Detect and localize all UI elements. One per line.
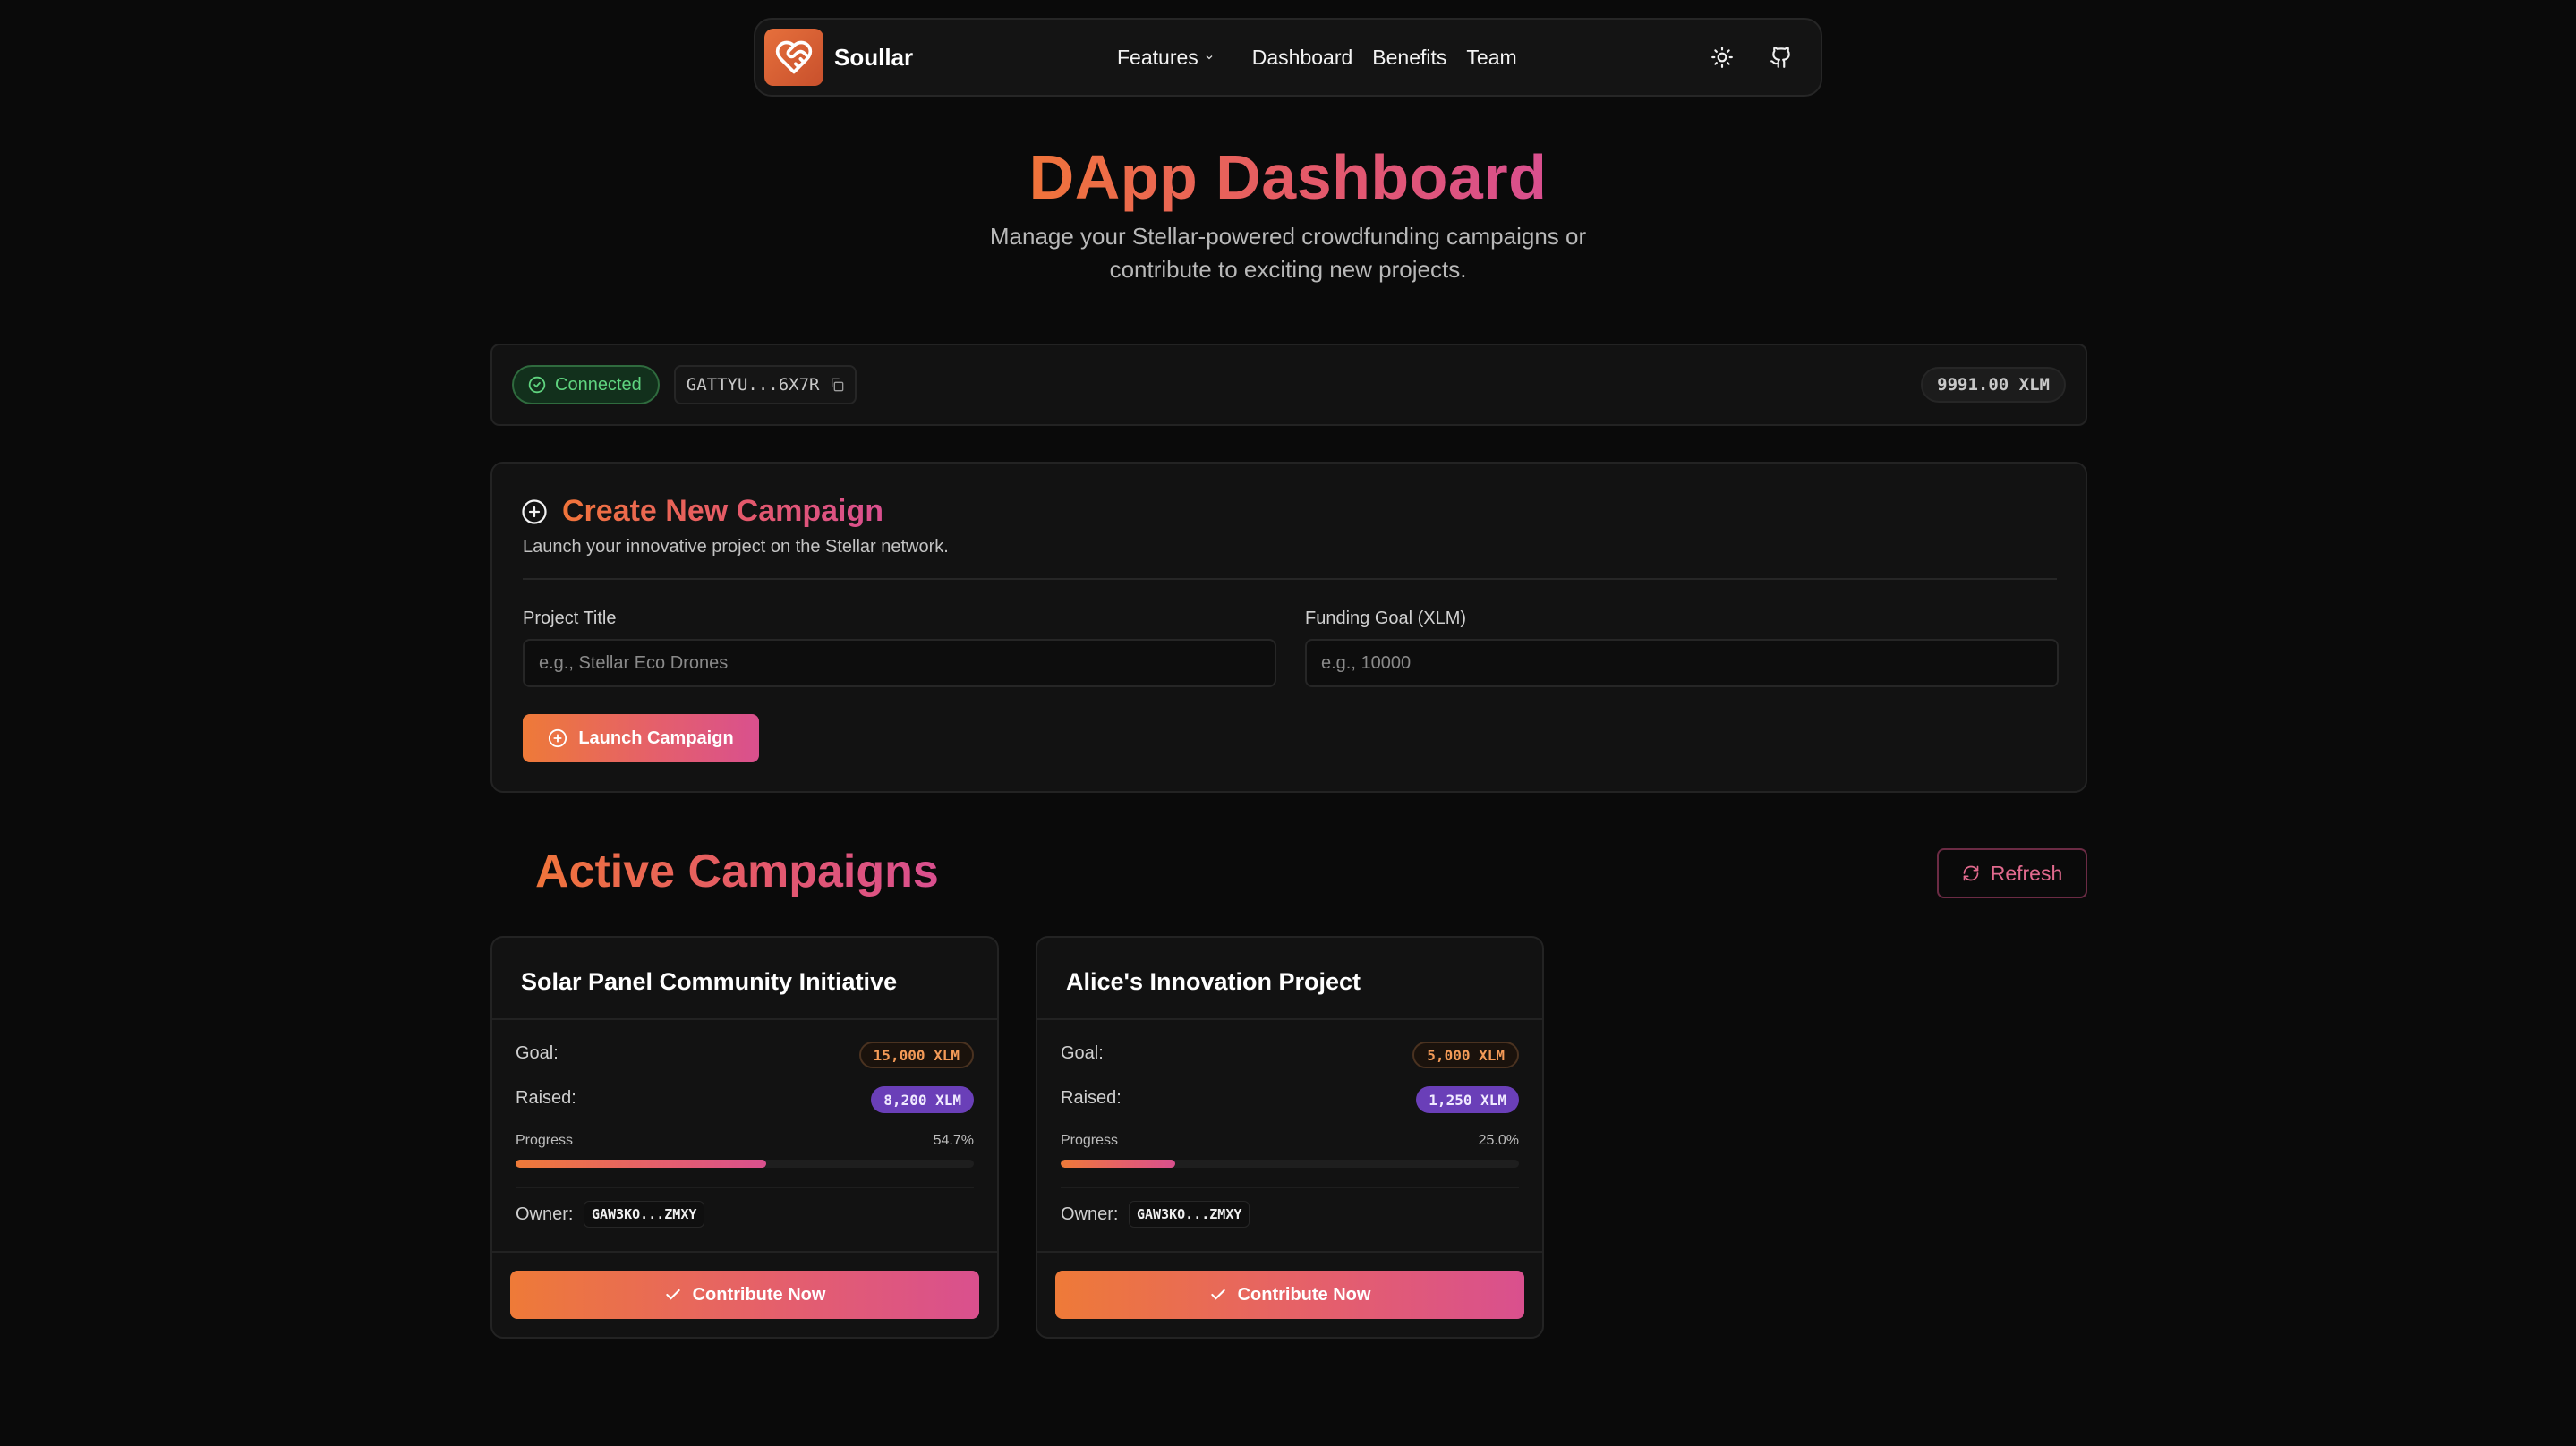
nav-link-dashboard[interactable]: Dashboard xyxy=(1252,46,1353,70)
active-campaigns-title: Active Campaigns xyxy=(535,846,939,897)
wallet-address[interactable]: GATTYU...6X7R xyxy=(673,365,857,404)
wallet-bar: Connected GATTYU...6X7R 9991.00 XLM xyxy=(490,344,2087,426)
divider xyxy=(1061,1187,1519,1188)
raised-badge: 8,200 XLM xyxy=(871,1086,974,1113)
heart-logo-icon[interactable] xyxy=(764,29,823,86)
owner-label: Owner: xyxy=(1061,1204,1119,1224)
create-campaign-card: Create New Campaign Launch your innovati… xyxy=(490,462,2087,793)
sun-icon[interactable] xyxy=(1708,43,1736,72)
progress-fill xyxy=(516,1160,767,1168)
campaign-card: Solar Panel Community Initiative Goal: 1… xyxy=(490,936,999,1339)
connected-badge: Connected xyxy=(512,365,660,404)
refresh-label: Refresh xyxy=(1990,861,2063,885)
check-circle-icon xyxy=(528,376,546,394)
goal-label: Goal: xyxy=(516,1043,559,1063)
copy-icon[interactable] xyxy=(830,378,844,392)
funding-goal-label: Funding Goal (XLM) xyxy=(1305,608,1467,628)
owner-label: Owner: xyxy=(516,1204,574,1224)
refresh-icon xyxy=(1963,865,1979,881)
contribute-button[interactable]: Contribute Now xyxy=(1055,1271,1524,1319)
divider xyxy=(1037,1018,1542,1020)
launch-campaign-button[interactable]: Launch Campaign xyxy=(523,714,759,762)
contribute-label: Contribute Now xyxy=(692,1284,826,1305)
campaign-title: Alice's Innovation Project xyxy=(1066,968,1361,995)
project-title-label: Project Title xyxy=(523,608,617,628)
campaign-card: Alice's Innovation Project Goal: 5,000 X… xyxy=(1036,936,1544,1339)
create-campaign-header: Create New Campaign xyxy=(521,494,883,529)
create-campaign-subtitle: Launch your innovative project on the St… xyxy=(523,537,949,557)
raised-badge: 1,250 XLM xyxy=(1416,1086,1519,1113)
owner-address: GAW3KO...ZMXY xyxy=(584,1201,705,1228)
check-icon xyxy=(1210,1289,1225,1300)
progress-percent: 25.0% xyxy=(1478,1133,1519,1148)
wallet-address-text: GATTYU...6X7R xyxy=(686,375,820,395)
refresh-button[interactable]: Refresh xyxy=(1937,848,2087,898)
funding-goal-input[interactable] xyxy=(1305,639,2059,687)
divider xyxy=(516,1187,974,1188)
progress-label: Progress xyxy=(516,1133,574,1148)
page-subtitle: Manage your Stellar-powered crowdfunding… xyxy=(989,223,1587,283)
progress-bar xyxy=(1061,1160,1519,1168)
progress-fill xyxy=(1061,1160,1175,1168)
goal-badge: 15,000 XLM xyxy=(858,1042,974,1068)
owner-address: GAW3KO...ZMXY xyxy=(1129,1201,1250,1228)
goal-badge: 5,000 XLM xyxy=(1412,1042,1519,1068)
nav-link-benefits[interactable]: Benefits xyxy=(1372,46,1446,70)
check-icon xyxy=(665,1289,680,1300)
plus-circle-icon xyxy=(549,728,567,748)
nav-links: Features Dashboard Benefits Team xyxy=(1117,20,1517,95)
page-title: DApp Dashboard xyxy=(1028,142,1548,212)
progress-bar xyxy=(516,1160,974,1168)
top-navbar: Soullar Features Dashboard Benefits Team xyxy=(754,18,1822,97)
contribute-button[interactable]: Contribute Now xyxy=(510,1271,979,1319)
divider xyxy=(492,1251,997,1253)
project-title-input[interactable] xyxy=(523,639,1276,687)
launch-campaign-label: Launch Campaign xyxy=(578,727,734,748)
contribute-label: Contribute Now xyxy=(1237,1284,1371,1305)
connected-label: Connected xyxy=(555,374,642,395)
progress-percent: 54.7% xyxy=(933,1133,974,1148)
divider xyxy=(492,1018,997,1020)
goal-label: Goal: xyxy=(1061,1043,1104,1063)
campaign-title: Solar Panel Community Initiative xyxy=(521,968,898,995)
wallet-balance: 9991.00 XLM xyxy=(1921,367,2066,403)
nav-link-team[interactable]: Team xyxy=(1466,46,1516,70)
plus-circle-icon xyxy=(522,498,547,524)
divider xyxy=(523,578,2057,580)
nav-link-features[interactable]: Features xyxy=(1117,46,1215,70)
divider xyxy=(1037,1251,1542,1253)
github-icon[interactable] xyxy=(1767,43,1796,72)
create-campaign-title: Create New Campaign xyxy=(562,494,883,528)
brand-name[interactable]: Soullar xyxy=(834,44,913,72)
raised-label: Raised: xyxy=(516,1088,576,1108)
raised-label: Raised: xyxy=(1061,1088,1122,1108)
progress-label: Progress xyxy=(1061,1133,1119,1148)
nav-actions xyxy=(1708,20,1796,95)
chevron-down-icon xyxy=(1206,55,1213,60)
nav-link-features-label: Features xyxy=(1117,45,1198,69)
